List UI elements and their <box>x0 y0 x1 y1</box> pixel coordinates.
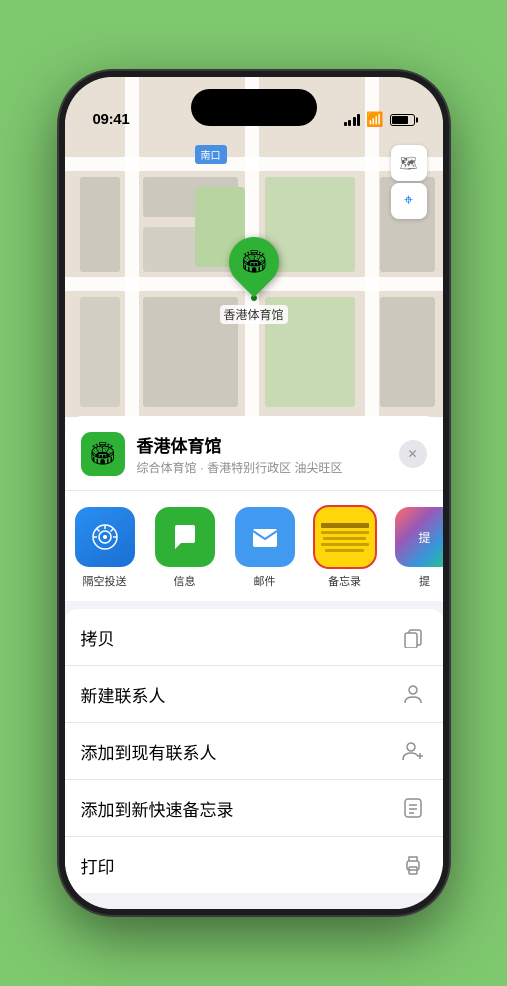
more-icon: 提 <box>395 507 443 567</box>
airdrop-label: 隔空投送 <box>83 573 127 589</box>
share-app-messages[interactable]: 信息 <box>145 507 225 589</box>
airdrop-icon <box>75 507 135 567</box>
action-copy-label: 拷贝 <box>81 625 115 650</box>
messages-label: 信息 <box>174 573 196 589</box>
action-add-notes[interactable]: 添加到新快速备忘录 <box>65 780 443 837</box>
notes-label: 备忘录 <box>328 573 361 589</box>
location-name: 香港体育馆 <box>137 432 387 457</box>
action-new-contact-label: 新建联系人 <box>81 682 166 707</box>
location-card: 🏟 香港体育馆 综合体育馆 · 香港特别行政区 油尖旺区 ✕ <box>65 416 443 490</box>
copy-icon <box>399 623 427 651</box>
share-apps-row: 隔空投送 信息 <box>65 491 443 601</box>
share-app-airdrop[interactable]: 隔空投送 <box>65 507 145 589</box>
notes-selected-border <box>315 507 375 567</box>
location-card-text: 香港体育馆 综合体育馆 · 香港特别行政区 油尖旺区 <box>137 432 387 476</box>
bottom-sheet: 🏟 香港体育馆 综合体育馆 · 香港特别行政区 油尖旺区 ✕ <box>65 416 443 909</box>
action-add-notes-label: 添加到新快速备忘录 <box>81 796 234 821</box>
share-app-mail[interactable]: 邮件 <box>225 507 305 589</box>
phone-screen: 09:41 📶 <box>65 77 443 909</box>
action-copy[interactable]: 拷贝 <box>65 609 443 666</box>
signal-bars-icon <box>344 114 361 126</box>
share-app-notes[interactable]: 备忘录 <box>305 507 385 589</box>
map-label: 南口 <box>195 145 227 164</box>
map-controls: 🗺 ⌖ <box>391 145 427 219</box>
person-add-icon <box>399 737 427 765</box>
action-add-existing[interactable]: 添加到现有联系人 <box>65 723 443 780</box>
notes-icon <box>315 507 375 567</box>
action-print[interactable]: 打印 <box>65 837 443 893</box>
share-app-more[interactable]: 提 提 <box>385 507 443 589</box>
dynamic-island <box>191 89 317 126</box>
battery-icon <box>390 114 415 126</box>
location-marker: 🏟 香港体育馆 <box>219 237 287 324</box>
status-icons: 📶 <box>344 111 415 128</box>
person-icon <box>399 680 427 708</box>
print-icon <box>399 851 427 879</box>
location-button[interactable]: ⌖ <box>391 183 427 219</box>
more-label: 提 <box>419 573 430 589</box>
phone-frame: 09:41 📶 <box>59 71 449 915</box>
location-subtitle: 综合体育馆 · 香港特别行政区 油尖旺区 <box>137 459 387 476</box>
mail-icon <box>235 507 295 567</box>
location-card-icon: 🏟 <box>81 432 125 476</box>
mail-label: 邮件 <box>254 573 276 589</box>
map-type-button[interactable]: 🗺 <box>391 145 427 181</box>
status-time: 09:41 <box>93 111 130 128</box>
action-add-existing-label: 添加到现有联系人 <box>81 739 217 764</box>
close-button[interactable]: ✕ <box>399 440 427 468</box>
action-new-contact[interactable]: 新建联系人 <box>65 666 443 723</box>
note-icon <box>399 794 427 822</box>
action-list: 拷贝 新建联系人 <box>65 609 443 893</box>
marker-label: 香港体育馆 <box>219 305 287 324</box>
messages-icon <box>155 507 215 567</box>
wifi-icon: 📶 <box>366 111 383 128</box>
action-print-label: 打印 <box>81 853 115 878</box>
